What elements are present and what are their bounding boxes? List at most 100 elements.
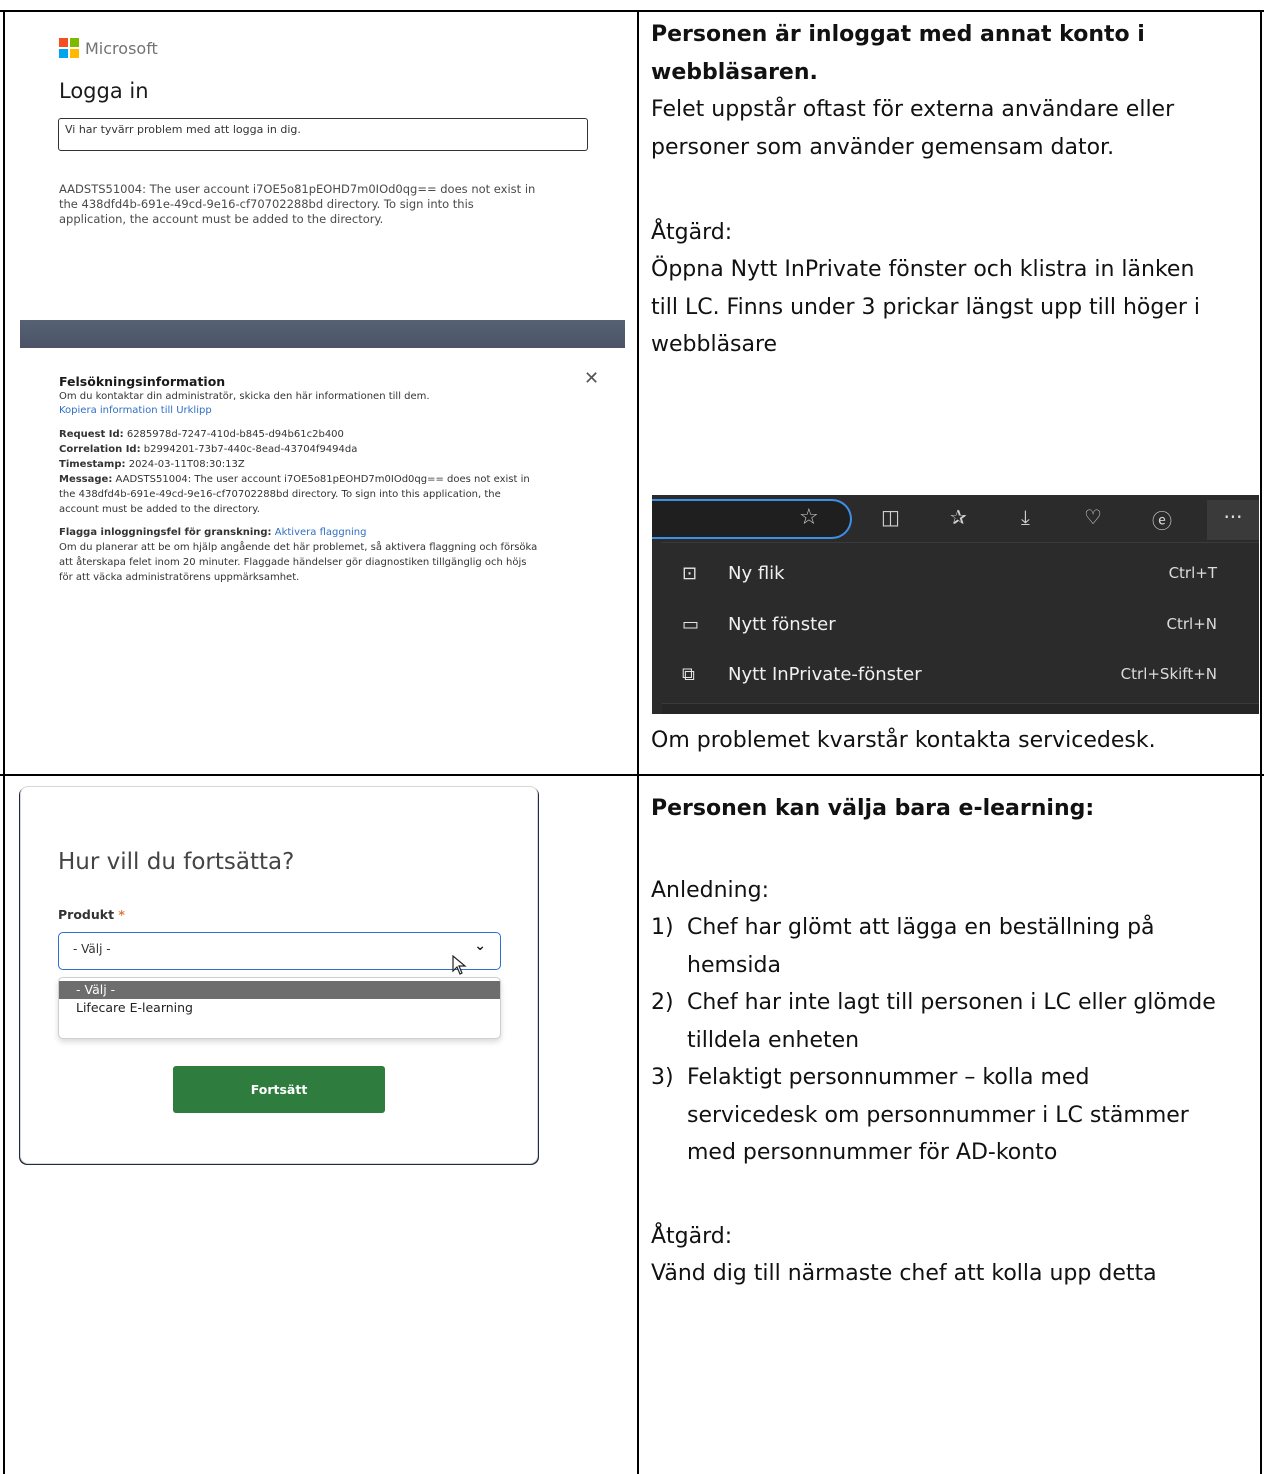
required-mark: *: [118, 907, 125, 922]
form-title: Hur vill du fortsätta?: [58, 849, 295, 875]
table-border-top: [0, 10, 1264, 12]
message-line: the 438dfd4b-691e-49cd-9e16-cf70702288bd…: [59, 489, 501, 500]
edge-dropdown-menu: ⊡ Ny flik Ctrl+T ▭ Nytt fönster Ctrl+N ⧉…: [662, 542, 1259, 714]
table-column-divider: [637, 10, 639, 1474]
list-number: 3): [651, 1065, 674, 1090]
microsoft-logo-icon: [59, 38, 79, 58]
row1-action-line: Öppna Nytt InPrivate fönster och klistra…: [651, 257, 1195, 282]
request-id-value: 6285978d-7247-410d-b845-d94b61c2b400: [126, 429, 344, 440]
error-line: AADSTS51004: The user account i7OE5o81pE…: [59, 182, 536, 196]
message-row: Message: AADSTS51004: The user account i…: [59, 473, 599, 487]
menu-item-label: Ny flik: [728, 562, 785, 584]
request-id-label: Request Id:: [59, 429, 124, 440]
select-value: - Välj -: [73, 942, 111, 956]
dropdown-option[interactable]: - Välj -: [59, 981, 500, 999]
menu-item-shortcut: Ctrl+T: [1168, 564, 1217, 582]
download-icon[interactable]: ⤓: [1021, 505, 1030, 529]
flag-line: Om du planerar att be om hjälp angående …: [59, 542, 538, 553]
row2-description: Personen kan välja bara e-learning: Anle…: [651, 790, 1216, 1293]
signin-error-box: Vi har tyvärr problem med att logga in d…: [58, 118, 588, 151]
timestamp-value: 2024-03-11T08:30:13Z: [128, 459, 245, 470]
row1-paragraph-line: personer som använder gemensam dator.: [651, 134, 1115, 160]
cause-list: 1) Chef har glömt att lägga en beställni…: [651, 909, 1216, 1172]
message-line: account must be added to the directory.: [59, 504, 260, 515]
row1-action-line: till LC. Finns under 3 prickar längst up…: [651, 294, 1201, 320]
list-item: 2) Chef har inte lagt till personen i LC…: [651, 984, 1216, 1059]
list-number: 1): [651, 915, 674, 940]
row1-description: Personen är inloggat med annat konto i w…: [651, 16, 1200, 364]
mouse-cursor-icon: [452, 955, 467, 975]
continue-button[interactable]: Fortsätt: [173, 1066, 385, 1113]
signin-title: Logga in: [59, 79, 149, 103]
product-label-text: Produkt: [58, 907, 115, 922]
list-item: 3) Felaktigt personnummer – kolla med se…: [651, 1059, 1216, 1172]
edge-menu-screenshot: ☆ ◫ ✰ ⤓ ♡ ⓔ ··· ⊡ Ny flik Ctrl+T ▭ Nytt …: [652, 495, 1259, 714]
correlation-id-label: Correlation Id:: [59, 444, 141, 455]
menu-item-new-window[interactable]: ▭ Nytt fönster Ctrl+N: [662, 599, 1259, 649]
flag-row: Flagga inloggningsfel för granskning: Ak…: [59, 526, 599, 540]
edge-toolbar: ☆ ◫ ✰ ⤓ ♡ ⓔ ···: [652, 495, 1259, 542]
list-number: 2): [651, 990, 674, 1015]
menu-item-new-tab[interactable]: ⊡ Ny flik Ctrl+T: [662, 548, 1259, 598]
new-window-icon: ▭: [682, 613, 700, 635]
enable-flagging-link[interactable]: Aktivera flaggning: [275, 527, 367, 538]
menu-item-new-inprivate-window[interactable]: ⧉ Nytt InPrivate-fönster Ctrl+Skift+N: [662, 649, 1259, 699]
troubleshooting-panel: Felsökningsinformation ✕ Om du kontaktar…: [20, 348, 625, 702]
microsoft-brand-name: Microsoft: [85, 38, 158, 58]
correlation-id-value: b2994201-73b7-440c-8ead-43704f9494da: [143, 444, 358, 455]
product-dropdown: - Välj - Lifecare E-learning: [58, 977, 501, 1039]
collections-icon[interactable]: ⓔ: [1152, 505, 1172, 534]
table-border-left: [3, 10, 5, 1474]
lifecare-form-screenshot: Hur vill du fortsätta? Produkt * - Välj …: [20, 786, 538, 1164]
address-bar[interactable]: [652, 499, 852, 539]
product-label: Produkt *: [58, 907, 125, 922]
favorites-icon[interactable]: ✰: [950, 505, 967, 529]
microsoft-signin-screenshot: Microsoft Logga in Vi har tyvärr problem…: [20, 22, 625, 702]
product-select[interactable]: - Välj - ⌄: [58, 932, 501, 970]
table-border-right: [1260, 10, 1262, 1474]
list-item-line: hemsida: [687, 952, 781, 978]
message-line: AADSTS51004: The user account i7OE5o81pE…: [115, 474, 530, 485]
split-screen-icon[interactable]: ◫: [881, 505, 900, 529]
signin-error-details: AADSTS51004: The user account i7OE5o81pE…: [59, 182, 589, 227]
browser-essentials-icon[interactable]: ♡: [1084, 505, 1102, 529]
more-options-button[interactable]: ···: [1207, 500, 1259, 540]
menu-item-label: Nytt InPrivate-fönster: [728, 663, 922, 685]
copy-info-link[interactable]: Kopiera information till Urklipp: [59, 404, 599, 418]
list-item-line: tilldela enheten: [687, 1027, 860, 1053]
list-item-line: Chef har glömt att lägga en beställning …: [687, 915, 1155, 940]
menu-divider: [662, 703, 1259, 714]
menu-item-shortcut: Ctrl+N: [1166, 615, 1217, 633]
table-border-middle: [0, 774, 1264, 776]
correlation-id-row: Correlation Id: b2994201-73b7-440c-8ead-…: [59, 443, 599, 457]
menu-item-shortcut: Ctrl+Skift+N: [1120, 665, 1217, 683]
chevron-down-icon: ⌄: [474, 938, 486, 954]
dropdown-option[interactable]: Lifecare E-learning: [59, 999, 500, 1017]
row2-action-label: Åtgärd:: [651, 1223, 733, 1249]
new-tab-icon: ⊡: [682, 562, 698, 584]
list-item-line: med personnummer för AD-konto: [687, 1140, 1058, 1165]
error-line: the 438dfd4b-691e-49cd-9e16-cf70702288bd…: [59, 197, 474, 211]
row1-heading-line: Personen är inloggat med annat konto i: [651, 22, 1145, 47]
inprivate-window-icon: ⧉: [682, 663, 695, 685]
timestamp-row: Timestamp: 2024-03-11T08:30:13Z: [59, 458, 599, 472]
request-id-row: Request Id: 6285978d-7247-410d-b845-d94b…: [59, 428, 599, 442]
troubleshooting-intro: Om du kontaktar din administratör, skick…: [59, 391, 430, 402]
flag-line: för att väcka administratörens uppmärksa…: [59, 572, 300, 583]
row1-action-line: webbläsare: [651, 332, 778, 357]
error-line: application, the account must be added t…: [59, 212, 384, 226]
microsoft-logo: Microsoft: [59, 38, 158, 58]
flag-label: Flagga inloggningsfel för granskning:: [59, 527, 272, 538]
favorite-star-icon[interactable]: ☆: [799, 505, 819, 530]
close-icon[interactable]: ✕: [584, 368, 599, 389]
row2-cause-label: Anledning:: [651, 877, 769, 903]
row1-footer: Om problemet kvarstår kontakta servicede…: [651, 722, 1156, 760]
row1-action-label: Åtgärd:: [651, 219, 733, 245]
list-item-line: servicedesk om personnummer i LC stämmer: [687, 1102, 1189, 1128]
timestamp-label: Timestamp:: [59, 459, 126, 470]
flag-line: att återskapa felet inom 20 minuter. Fla…: [59, 557, 527, 568]
list-item-line: Chef har inte lagt till personen i LC el…: [687, 990, 1216, 1015]
background-band: [20, 320, 625, 348]
row1-heading-line: webbläsaren.: [651, 59, 818, 85]
list-item-line: Felaktigt personnummer – kolla med: [687, 1065, 1090, 1090]
